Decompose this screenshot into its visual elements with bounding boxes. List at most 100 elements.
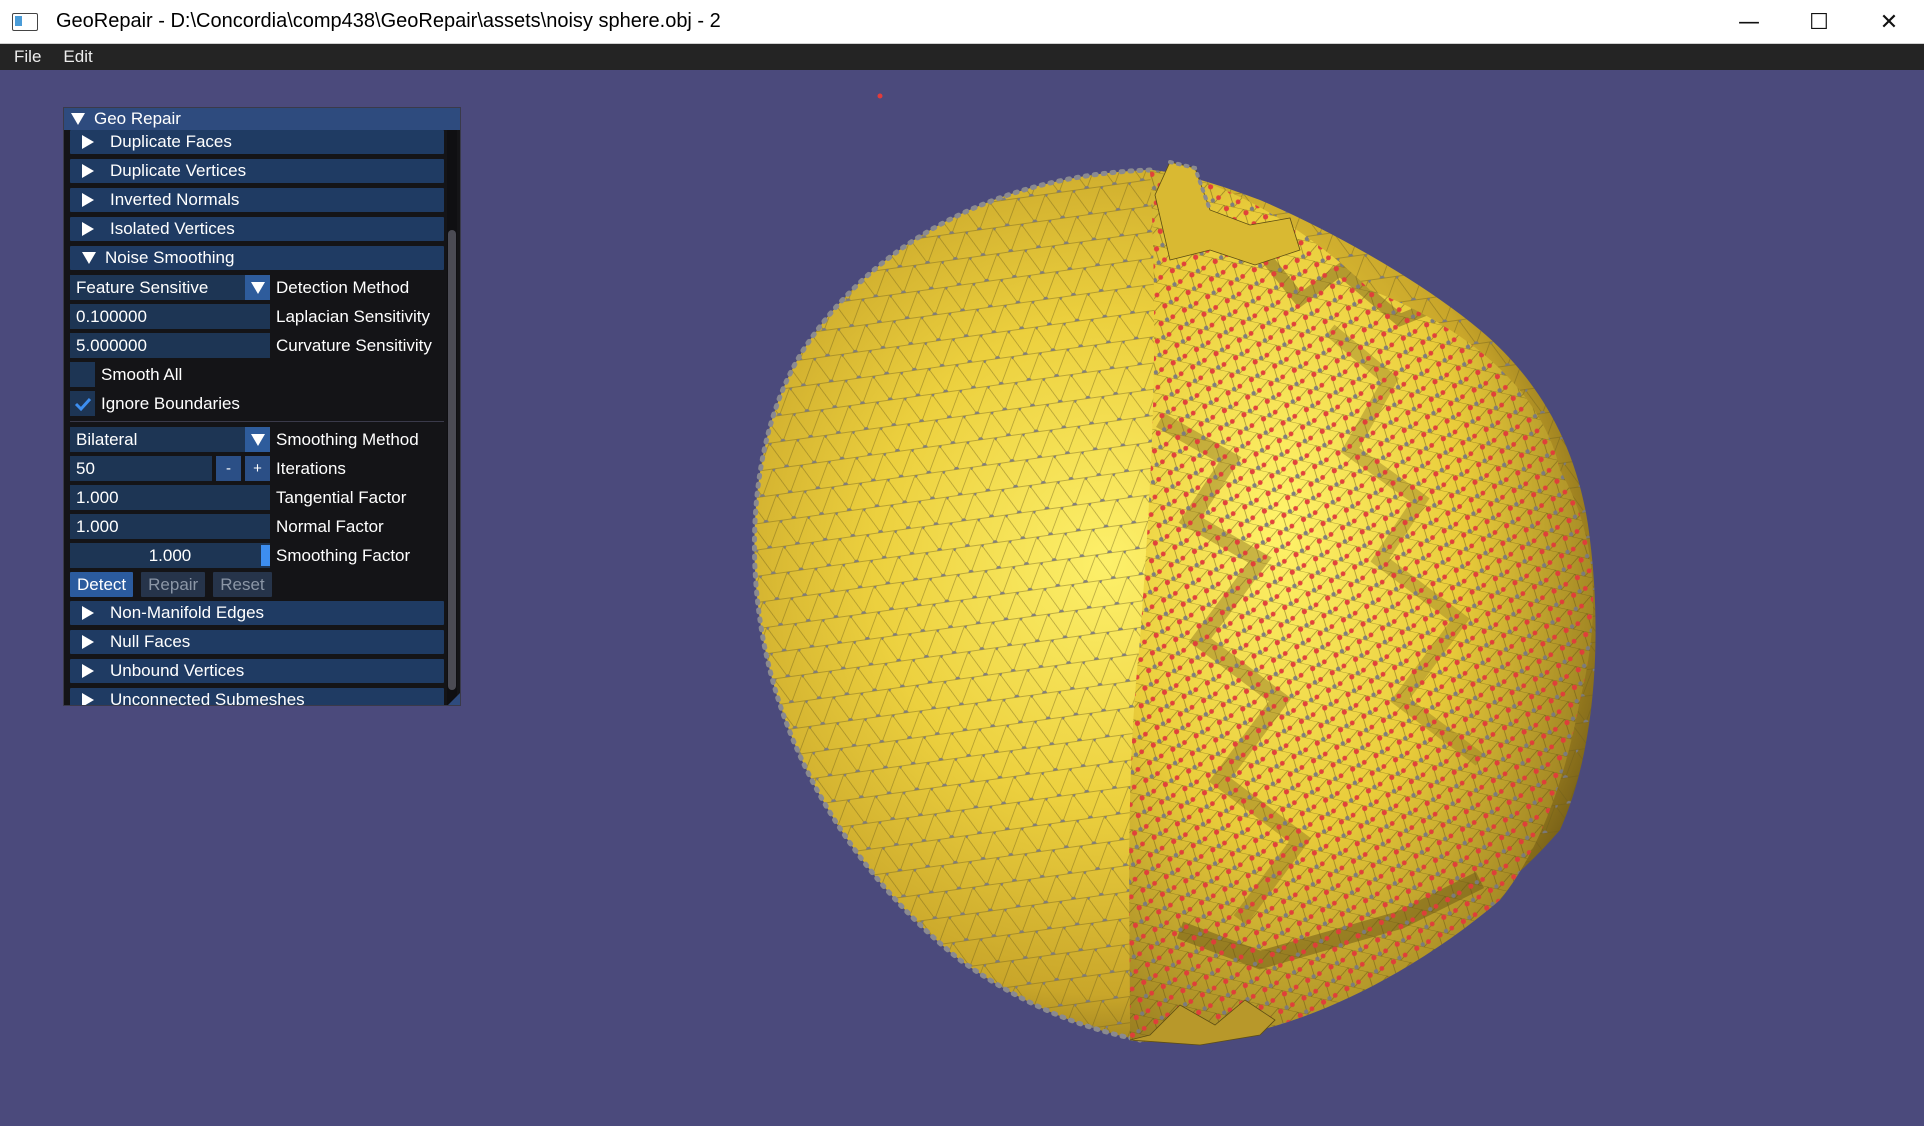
section-label: Noise Smoothing: [105, 248, 235, 267]
expand-icon: [82, 135, 94, 149]
expand-icon: [82, 164, 94, 178]
laplacian-sensitivity-input[interactable]: 0.100000: [70, 304, 270, 329]
expand-icon: [82, 635, 94, 649]
smoothing-method-row: Bilateral Smoothing Method: [70, 427, 444, 452]
expand-icon: [82, 693, 94, 705]
smoothing-method-combo[interactable]: Bilateral: [70, 427, 245, 452]
normal-label: Normal Factor: [276, 516, 384, 536]
iterations-value: 50: [76, 458, 95, 478]
app-icon: [12, 12, 38, 31]
smoothing-factor-slider[interactable]: 1.000: [70, 543, 270, 568]
section-noise-smoothing[interactable]: Noise Smoothing: [70, 246, 444, 270]
geo-repair-panel[interactable]: Geo Repair Duplicate Faces Duplicate Ver…: [63, 107, 461, 706]
repair-label: Repair: [148, 574, 199, 594]
chevron-down-icon: [250, 433, 265, 446]
combo-dropdown-button[interactable]: [245, 427, 270, 452]
collapse-icon: [82, 252, 96, 264]
expand-icon: [82, 664, 94, 678]
combo-dropdown-button[interactable]: [245, 275, 270, 300]
separator: [70, 421, 444, 422]
window-title-bar: GeoRepair - D:\Concordia\comp438\GeoRepa…: [0, 0, 1924, 44]
section-label: Isolated Vertices: [110, 219, 235, 238]
ignore-boundaries-label: Ignore Boundaries: [101, 393, 240, 413]
section-label: Duplicate Vertices: [110, 161, 247, 180]
close-icon: ✕: [1879, 9, 1899, 35]
panel-title-bar[interactable]: Geo Repair: [64, 108, 460, 130]
minimize-icon: —: [1738, 9, 1760, 35]
tangential-label: Tangential Factor: [276, 487, 407, 507]
laplacian-value: 0.100000: [76, 306, 147, 326]
menu-edit[interactable]: Edit: [49, 47, 100, 67]
scrollbar-thumb[interactable]: [448, 230, 456, 690]
panel-scrollbar[interactable]: [447, 130, 457, 705]
ignore-boundaries-checkbox[interactable]: [70, 391, 95, 416]
smooth-all-row: Smooth All: [70, 362, 444, 387]
noisy-region: [1129, 170, 1594, 1042]
window-title: GeoRepair - D:\Concordia\comp438\GeoRepa…: [56, 10, 721, 32]
plus-icon: +: [253, 460, 262, 477]
tangential-value: 1.000: [76, 487, 119, 507]
panel-title: Geo Repair: [94, 109, 181, 128]
expand-icon: [82, 606, 94, 620]
window-controls: — ☐ ✕: [1714, 0, 1924, 44]
menu-file[interactable]: File: [0, 47, 49, 67]
smoothing-factor-label: Smoothing Factor: [276, 545, 411, 565]
section-duplicate-vertices[interactable]: Duplicate Vertices: [70, 159, 444, 183]
detection-method-row: Feature Sensitive Detection Method: [70, 275, 444, 300]
iterations-input[interactable]: 50: [70, 456, 212, 481]
curvature-sensitivity-input[interactable]: 5.000000: [70, 333, 270, 358]
section-duplicate-faces[interactable]: Duplicate Faces: [70, 130, 444, 154]
section-label: Inverted Normals: [110, 190, 240, 209]
section-non-manifold-edges[interactable]: Non-Manifold Edges: [70, 601, 444, 625]
minimize-button[interactable]: —: [1714, 0, 1784, 44]
collapse-icon[interactable]: [71, 113, 85, 125]
section-label: Unconnected Submeshes: [110, 690, 305, 706]
section-isolated-vertices[interactable]: Isolated Vertices: [70, 217, 444, 241]
normal-value: 1.000: [76, 516, 119, 536]
smoothing-factor-row: 1.000 Smoothing Factor: [70, 543, 444, 568]
ignore-boundaries-row: Ignore Boundaries: [70, 391, 444, 416]
chevron-down-icon: [250, 281, 265, 294]
expand-icon: [82, 193, 94, 207]
section-unconnected-submeshes[interactable]: Unconnected Submeshes: [70, 688, 444, 706]
detect-button[interactable]: Detect: [70, 572, 134, 597]
repair-button[interactable]: Repair: [141, 572, 206, 597]
normal-factor-input[interactable]: 1.000: [70, 514, 270, 539]
detect-label: Detect: [77, 574, 127, 594]
detection-method-value: Feature Sensitive: [76, 277, 209, 297]
section-unbound-vertices[interactable]: Unbound Vertices: [70, 659, 444, 683]
section-label: Non-Manifold Edges: [110, 603, 265, 622]
smooth-all-checkbox[interactable]: [70, 362, 95, 387]
tangential-factor-input[interactable]: 1.000: [70, 485, 270, 510]
normal-row: 1.000 Normal Factor: [70, 514, 444, 539]
resize-grip[interactable]: [448, 693, 460, 705]
smoothing-method-label: Smoothing Method: [276, 429, 419, 449]
reset-label: Reset: [220, 574, 265, 594]
maximize-button[interactable]: ☐: [1784, 0, 1854, 44]
laplacian-row: 0.100000 Laplacian Sensitivity: [70, 304, 444, 329]
maximize-icon: ☐: [1809, 9, 1829, 35]
menu-bar: File Edit: [0, 44, 1924, 70]
detection-method-combo[interactable]: Feature Sensitive: [70, 275, 245, 300]
iterations-label: Iterations: [276, 458, 346, 478]
section-label: Unbound Vertices: [110, 661, 245, 680]
close-button[interactable]: ✕: [1854, 0, 1924, 44]
iterations-increment-button[interactable]: +: [245, 456, 270, 481]
section-label: Null Faces: [110, 632, 191, 651]
iterations-decrement-button[interactable]: -: [216, 456, 241, 481]
checkmark-icon: [74, 397, 91, 411]
smoothing-method-value: Bilateral: [76, 429, 138, 449]
tangential-row: 1.000 Tangential Factor: [70, 485, 444, 510]
minus-icon: -: [226, 460, 231, 477]
slider-grab-handle[interactable]: [261, 545, 270, 566]
curvature-value: 5.000000: [76, 335, 147, 355]
iterations-row: 50 - + Iterations: [70, 456, 444, 481]
section-null-faces[interactable]: Null Faces: [70, 630, 444, 654]
smooth-all-label: Smooth All: [101, 364, 183, 384]
section-inverted-normals[interactable]: Inverted Normals: [70, 188, 444, 212]
reset-button[interactable]: Reset: [213, 572, 272, 597]
action-buttons-row: Detect Repair Reset: [70, 572, 444, 597]
smoothing-factor-value: 1.000: [148, 545, 192, 565]
curvature-label: Curvature Sensitivity: [276, 335, 432, 355]
expand-icon: [82, 222, 94, 236]
